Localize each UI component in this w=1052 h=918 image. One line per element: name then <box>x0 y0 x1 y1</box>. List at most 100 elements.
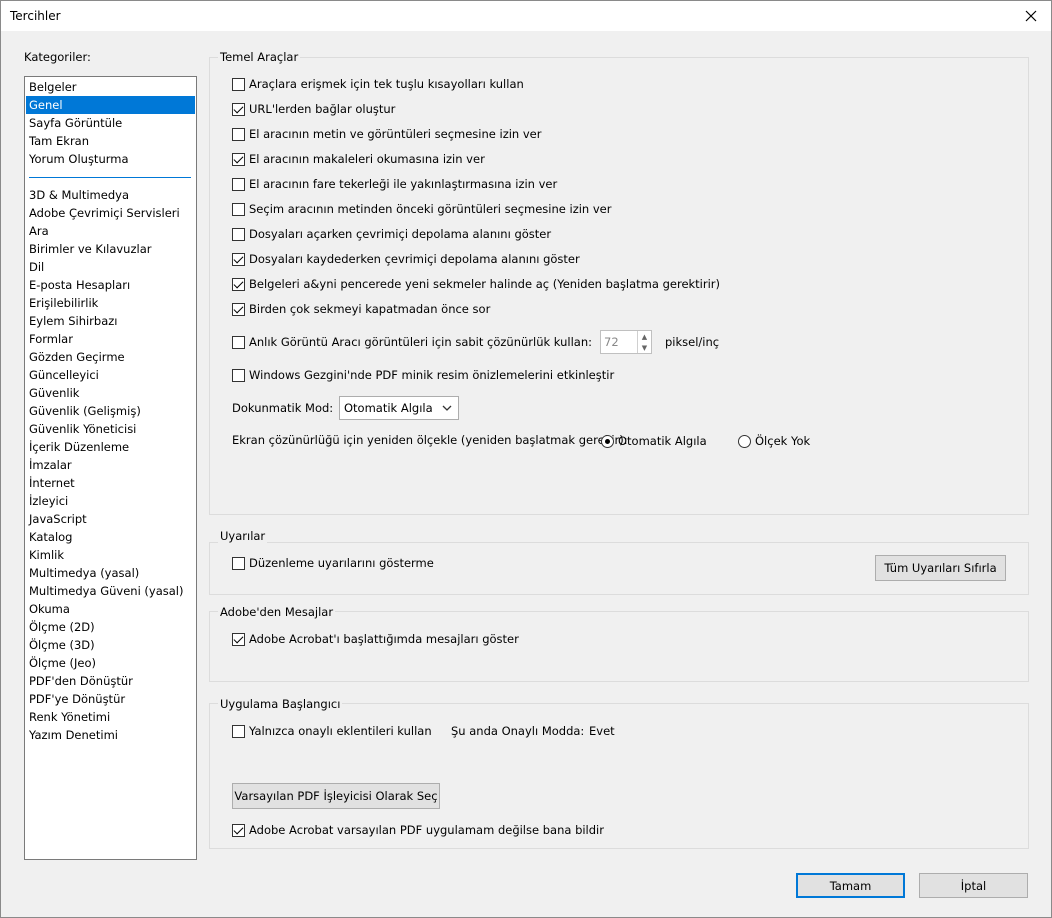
certified-plugins-label: Yalnızca onaylı eklentileri kullan <box>249 724 432 738</box>
scale-none-label: Ölçek Yok <box>755 434 811 448</box>
spinner-down-icon[interactable]: ▼ <box>642 344 647 352</box>
category-item[interactable]: Gözden Geçirme <box>26 348 195 366</box>
resolution-unit: piksel/inç <box>665 335 720 349</box>
basic-option-checkbox[interactable] <box>232 152 245 166</box>
default-pdf-handler-button[interactable]: Varsayılan PDF İşleyicisi Olarak Seç <box>232 783 440 809</box>
spinner-up-icon[interactable]: ▲ <box>642 333 647 341</box>
scale-none-option[interactable]: Ölçek Yok <box>738 433 810 449</box>
basic-option-row[interactable]: Dosyaları kaydederken çevrimiçi depolama… <box>232 251 580 267</box>
category-item[interactable]: Genel <box>26 96 195 114</box>
messages-checkbox[interactable] <box>232 632 245 646</box>
basic-option-row[interactable]: URL'lerden bağlar oluştur <box>232 101 395 117</box>
category-item[interactable]: Ölçme (Jeo) <box>26 654 195 672</box>
category-item[interactable]: Yorum Oluşturma <box>26 150 195 168</box>
resolution-value: 72 <box>604 335 619 349</box>
basic-option-checkbox[interactable] <box>232 177 245 191</box>
category-item[interactable]: Katalog <box>26 528 195 546</box>
category-item[interactable]: Dil <box>26 258 195 276</box>
snapshot-resolution-checkbox[interactable] <box>232 335 245 349</box>
basic-option-checkbox[interactable] <box>232 77 245 91</box>
category-item[interactable]: E-posta Hesapları <box>26 276 195 294</box>
basic-option-row[interactable]: Dosyaları açarken çevrimiçi depolama ala… <box>232 226 551 242</box>
notify-default-row[interactable]: Adobe Acrobat varsayılan PDF uygulamam d… <box>232 822 604 838</box>
close-button[interactable] <box>1011 1 1051 31</box>
cancel-button[interactable]: İptal <box>919 873 1028 898</box>
basic-option-checkbox[interactable] <box>232 227 245 241</box>
explorer-thumbnail-label: Windows Gezgini'nde PDF minik resim öniz… <box>249 368 615 382</box>
explorer-thumbnail-checkbox[interactable] <box>232 368 245 382</box>
category-item[interactable]: Multimedya (yasal) <box>26 564 195 582</box>
basic-option-row[interactable]: El aracının metin ve görüntüleri seçmesi… <box>232 126 542 142</box>
ok-button[interactable]: Tamam <box>796 873 905 898</box>
category-item[interactable]: Sayfa Görüntüle <box>26 114 195 132</box>
touch-mode-label: Dokunmatik Mod: <box>232 401 334 415</box>
category-item[interactable]: İnternet <box>26 474 195 492</box>
spinner-buttons[interactable]: ▲ ▼ <box>637 331 651 353</box>
messages-title: Adobe'den Mesajlar <box>218 605 336 619</box>
category-item[interactable]: JavaScript <box>26 510 195 528</box>
category-item[interactable]: Eylem Sihirbazı <box>26 312 195 330</box>
basic-option-checkbox[interactable] <box>232 102 245 116</box>
scale-auto-option[interactable]: Otomatik Algıla <box>601 433 707 449</box>
basic-option-row[interactable]: Seçim aracının metinden önceki görüntüle… <box>232 201 611 217</box>
category-item[interactable]: Yazım Denetimi <box>26 726 195 744</box>
category-item[interactable]: Okuma <box>26 600 195 618</box>
category-item[interactable]: Adobe Çevrimiçi Servisleri <box>26 204 195 222</box>
category-item[interactable]: Formlar <box>26 330 195 348</box>
resolution-spinner[interactable]: 72 ▲ ▼ <box>600 330 652 354</box>
certified-plugins-checkbox[interactable] <box>232 724 245 738</box>
scale-auto-radio[interactable] <box>601 434 614 448</box>
snapshot-resolution-row[interactable]: Anlık Görüntü Aracı görüntüleri için sab… <box>232 334 592 350</box>
basic-option-row[interactable]: Birden çok sekmeyi kapatmadan önce sor <box>232 301 490 317</box>
explorer-thumbnail-row[interactable]: Windows Gezgini'nde PDF minik resim öniz… <box>232 367 614 383</box>
category-item[interactable]: Renk Yönetimi <box>26 708 195 726</box>
preferences-dialog: Tercihler Kategoriler: Belgeler Genel Sayf… <box>0 0 1052 918</box>
category-item[interactable]: İmzalar <box>26 456 195 474</box>
certified-plugins-row[interactable]: Yalnızca onaylı eklentileri kullan <box>232 723 432 739</box>
basic-option-row[interactable]: El aracının makaleleri okumasına izin ve… <box>232 151 485 167</box>
category-item[interactable]: Multimedya Güveni (yasal) <box>26 582 195 600</box>
category-item[interactable]: İçerik Düzenleme <box>26 438 195 456</box>
basic-option-row[interactable]: El aracının fare tekerleği ile yakınlaşt… <box>232 176 557 192</box>
basic-option-checkbox[interactable] <box>232 202 245 216</box>
category-item[interactable]: PDF'den Dönüştür <box>26 672 195 690</box>
category-item[interactable]: PDF'ye Dönüştür <box>26 690 195 708</box>
basic-option-row[interactable]: Araçlara erişmek için tek tuşlu kısayoll… <box>232 76 524 92</box>
basic-option-label: Dosyaları açarken çevrimiçi depolama ala… <box>249 227 552 241</box>
category-item[interactable]: Güncelleyici <box>26 366 195 384</box>
category-list[interactable]: Belgeler Genel Sayfa Görüntüle Tam Ekran Yor… <box>24 76 197 860</box>
category-item[interactable]: Belgeler <box>26 78 195 96</box>
warnings-checkbox[interactable] <box>232 556 245 570</box>
basic-option-row[interactable]: Belgeleri a&yni pencerede yeni sekmeler … <box>232 276 720 292</box>
basic-option-checkbox[interactable] <box>232 127 245 141</box>
basic-option-label: Belgeleri a&yni pencerede yeni sekmeler … <box>249 277 721 291</box>
category-item[interactable]: Güvenlik Yöneticisi <box>26 420 195 438</box>
category-separator <box>29 177 191 178</box>
category-item[interactable]: Kimlik <box>26 546 195 564</box>
category-item[interactable]: Güvenlik (Gelişmiş) <box>26 402 195 420</box>
basic-option-checkbox[interactable] <box>232 302 245 316</box>
scale-auto-label: Otomatik Algıla <box>618 434 707 448</box>
basic-option-checkbox[interactable] <box>232 252 245 266</box>
warnings-label: Düzenleme uyarılarını gösterme <box>249 556 434 570</box>
chevron-down-icon <box>442 405 452 411</box>
basic-option-label: Seçim aracının metinden önceki görüntüle… <box>249 202 612 216</box>
category-item[interactable]: İzleyici <box>26 492 195 510</box>
warnings-row[interactable]: Düzenleme uyarılarını gösterme <box>232 555 434 571</box>
category-item[interactable]: Ölçme (2D) <box>26 618 195 636</box>
category-item[interactable]: Erişilebilirlik <box>26 294 195 312</box>
category-item[interactable]: Güvenlik <box>26 384 195 402</box>
category-item[interactable]: Ölçme (3D) <box>26 636 195 654</box>
scale-none-radio[interactable] <box>738 434 751 448</box>
touch-mode-select[interactable]: Otomatik Algıla <box>339 396 459 420</box>
notify-default-checkbox[interactable] <box>232 823 245 837</box>
messages-row[interactable]: Adobe Acrobat'ı başlattığımda mesajları … <box>232 631 519 647</box>
category-item[interactable]: Ara <box>26 222 195 240</box>
basic-option-checkbox[interactable] <box>232 277 245 291</box>
category-item[interactable]: Birimler ve Kılavuzlar <box>26 240 195 258</box>
startup-title: Uygulama Başlangıcı <box>218 697 343 711</box>
category-item[interactable]: 3D & Multimedya <box>26 186 195 204</box>
category-item[interactable]: Tam Ekran <box>26 132 195 150</box>
certified-mode-label: Şu anda Onaylı Modda: <box>451 724 585 738</box>
reset-warnings-button[interactable]: Tüm Uyarıları Sıfırla <box>875 555 1006 581</box>
